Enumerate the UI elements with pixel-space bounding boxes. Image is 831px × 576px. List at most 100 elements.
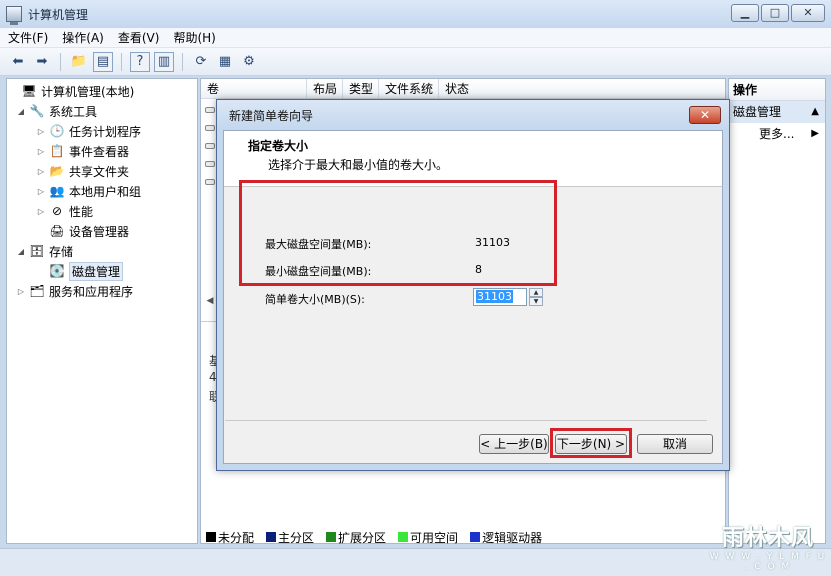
- actions-pane: 操作 磁盘管理 ▲ 更多... ▶: [728, 78, 826, 544]
- dialog-close-button[interactable]: ✕: [689, 106, 721, 124]
- next-button[interactable]: 下一步(N) >: [555, 434, 627, 454]
- legend-label: 可用空间: [410, 530, 459, 545]
- legend-item: 逻辑驱动器: [470, 529, 542, 546]
- dialog-heading: 指定卷大小: [248, 139, 309, 153]
- device-manager-icon: 🖨: [49, 224, 65, 238]
- min-size-label: 最小磁盘空间量(MB):: [265, 265, 372, 278]
- collapse-triangle-icon[interactable]: ◢: [15, 107, 27, 116]
- volume-size-input[interactable]: 31103: [473, 288, 527, 306]
- disk-icon: 💽: [49, 264, 65, 278]
- window-controls: ▁ □ ✕: [731, 4, 825, 22]
- new-simple-volume-wizard: 新建简单卷向导 ✕ 指定卷大小 选择介于最大和最小值的卷大小。 最大磁盘空间量(…: [216, 99, 730, 471]
- close-button[interactable]: ✕: [791, 4, 825, 22]
- column-header-layout[interactable]: 布局: [307, 79, 343, 99]
- cancel-button[interactable]: 取消: [637, 434, 713, 454]
- tree-item-event-viewer[interactable]: ▷ 📋 事件查看器: [7, 141, 197, 161]
- back-arrow-icon[interactable]: ⬅: [8, 52, 28, 72]
- max-size-label: 最大磁盘空间量(MB):: [265, 238, 372, 251]
- legend-label: 扩展分区: [338, 530, 387, 545]
- volume-row-icon[interactable]: [205, 179, 215, 185]
- legend-item: 主分区: [266, 529, 314, 546]
- tree-item-shared-folders[interactable]: ▷ 📂 共享文件夹: [7, 161, 197, 181]
- max-size-value: 31103: [475, 236, 510, 249]
- forward-arrow-icon[interactable]: ➡: [32, 52, 52, 72]
- minimize-button[interactable]: ▁: [731, 4, 759, 22]
- legend-swatch: [326, 532, 337, 542]
- dialog-subheading: 选择介于最大和最小值的卷大小。: [268, 158, 449, 172]
- refresh-icon[interactable]: ⟳: [191, 52, 211, 72]
- menu-view[interactable]: 查看(V): [118, 29, 160, 46]
- disk-settings-icon[interactable]: ⚙: [239, 52, 259, 72]
- shared-folder-icon: 📂: [49, 164, 65, 178]
- show-action-pane-icon[interactable]: ▥: [154, 51, 174, 72]
- tree-item-services[interactable]: ▷ 🗂 服务和应用程序: [7, 281, 197, 301]
- watermark-url: W W W . Y L M F U . C O M: [709, 552, 827, 572]
- back-button[interactable]: < 上一步(B): [479, 434, 549, 454]
- tree-item-label: 计算机管理(本地): [41, 84, 135, 99]
- performance-icon: ⊘: [51, 204, 63, 218]
- legend-label: 主分区: [278, 530, 315, 545]
- collapse-up-icon[interactable]: ▲: [811, 101, 819, 123]
- expand-triangle-icon[interactable]: ▷: [35, 127, 47, 136]
- tools-icon: 🔧: [29, 104, 45, 118]
- column-header-status[interactable]: 状态: [439, 79, 725, 99]
- up-folder-icon[interactable]: 📁: [69, 52, 89, 72]
- partition-legend: 未分配 主分区 扩展分区 可用空间 逻辑驱动器: [206, 528, 548, 546]
- expand-triangle-icon[interactable]: ▷: [35, 187, 47, 196]
- expand-triangle-icon[interactable]: ▷: [35, 207, 47, 216]
- column-header-type[interactable]: 类型: [343, 79, 379, 99]
- dialog-header: 指定卷大小 选择介于最大和最小值的卷大小。: [224, 131, 722, 187]
- tree-item-system-tools[interactable]: ◢ 🔧 系统工具: [7, 101, 197, 121]
- volume-row-icon[interactable]: [205, 107, 215, 113]
- tree-item-performance[interactable]: ▷ ⊘ 性能: [7, 201, 197, 221]
- collapse-triangle-icon[interactable]: ◢: [15, 247, 27, 256]
- tree-item-task-scheduler[interactable]: ▷ 🕒 任务计划程序: [7, 121, 197, 141]
- toolbar: ⬅ ➡ 📁 ▤ ? ▥ ⟳ ▦ ⚙: [0, 48, 831, 76]
- legend-swatch: [266, 532, 277, 542]
- expand-triangle-icon[interactable]: ▷: [35, 147, 47, 156]
- maximize-button[interactable]: □: [761, 4, 789, 22]
- column-header-filesystem[interactable]: 文件系统: [379, 79, 439, 99]
- menu-file[interactable]: 文件(F): [8, 29, 48, 46]
- computer-management-icon: [6, 6, 22, 25]
- actions-subheader[interactable]: 磁盘管理 ▲: [729, 101, 825, 123]
- computer-icon: 🖥: [21, 84, 37, 98]
- legend-swatch: [470, 532, 481, 542]
- tree-item-disk-management[interactable]: 💽 磁盘管理: [7, 261, 197, 281]
- tree-item-label: 任务计划程序: [69, 124, 142, 139]
- volume-size-label: 简单卷大小(MB)(S):: [265, 293, 365, 306]
- toolbar-separator: [182, 52, 183, 71]
- tree-item-label: 事件查看器: [69, 144, 130, 159]
- tree-item-root[interactable]: 🖥 计算机管理(本地): [7, 81, 197, 101]
- tree-item-storage[interactable]: ◢ 🗄 存储: [7, 241, 197, 261]
- services-icon: 🗂: [29, 284, 45, 298]
- tree-item-label: 存储: [49, 244, 74, 259]
- spin-up-icon[interactable]: ▲: [529, 288, 543, 297]
- show-tree-icon[interactable]: ▤: [93, 51, 113, 72]
- more-actions-item[interactable]: 更多... ▶: [729, 123, 825, 145]
- properties-icon[interactable]: ▦: [215, 52, 235, 72]
- help-icon[interactable]: ?: [130, 51, 150, 72]
- column-header-volume[interactable]: 卷: [201, 79, 307, 99]
- volume-row-icon[interactable]: [205, 143, 215, 149]
- tree-item-device-manager[interactable]: 🖨 设备管理器: [7, 221, 197, 241]
- volume-row-icon[interactable]: [205, 125, 215, 131]
- legend-swatch: [398, 532, 409, 542]
- volume-size-spinner[interactable]: ▲ ▼: [529, 288, 543, 306]
- volume-row-icon[interactable]: [205, 161, 215, 167]
- expand-triangle-icon[interactable]: ▷: [15, 287, 27, 296]
- watermark-logo: 雨林木风 W W W . Y L M F U . C O M: [706, 520, 830, 572]
- menu-help[interactable]: 帮助(H): [173, 29, 215, 46]
- legend-swatch: [206, 532, 216, 542]
- expand-triangle-icon[interactable]: ▷: [35, 167, 47, 176]
- tree-item-label: 服务和应用程序: [49, 284, 134, 299]
- window-title: 计算机管理: [28, 7, 89, 22]
- menu-action[interactable]: 操作(A): [62, 29, 104, 46]
- tree-item-local-users[interactable]: ▷ 👥 本地用户和组: [7, 181, 197, 201]
- min-size-value: 8: [475, 263, 482, 276]
- window-titlebar: 计算机管理 ▁ □ ✕: [0, 0, 831, 28]
- actions-subheader-label: 磁盘管理: [733, 105, 782, 119]
- volume-size-value: 31103: [476, 290, 513, 303]
- tree-item-label: 系统工具: [49, 104, 98, 119]
- spin-down-icon[interactable]: ▼: [529, 297, 543, 306]
